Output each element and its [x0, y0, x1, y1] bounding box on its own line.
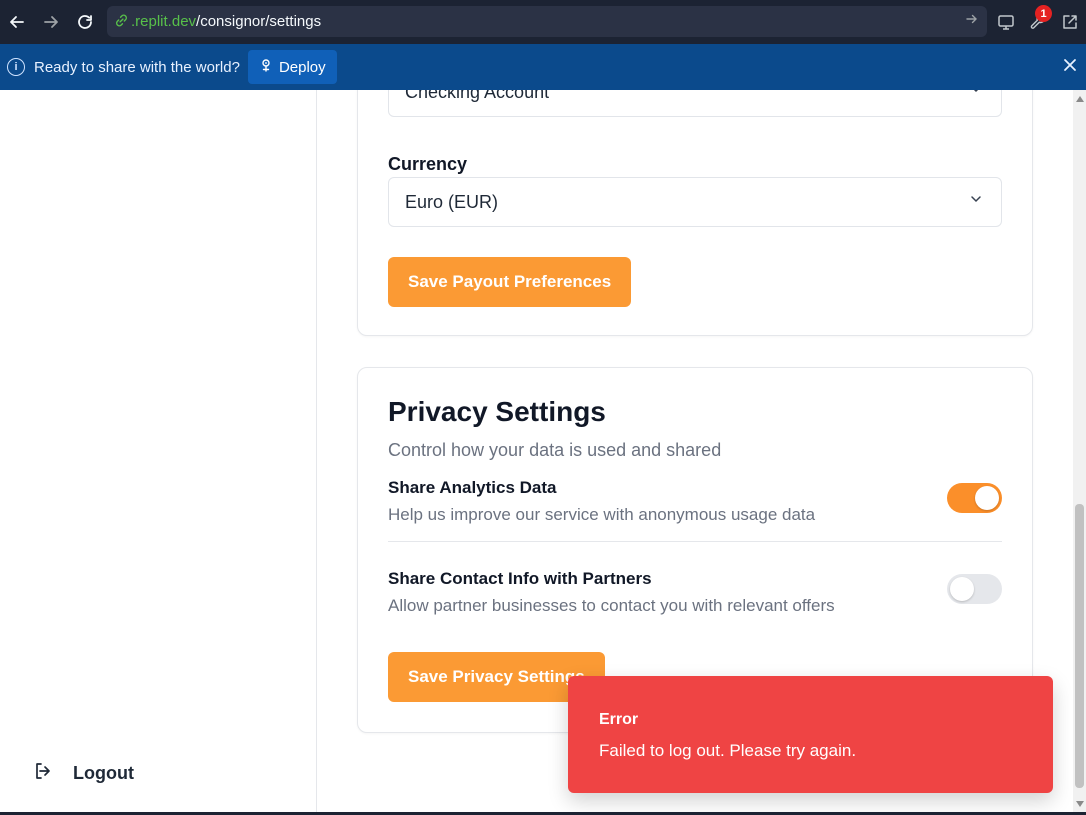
partners-toggle[interactable]	[947, 574, 1002, 604]
sidebar: Logout	[0, 90, 317, 815]
error-toast[interactable]: Error Failed to log out. Please try agai…	[568, 676, 1053, 793]
toast-title: Error	[599, 711, 639, 728]
payout-preferences-card: Checking Account Currency Euro (EUR) Sav…	[357, 90, 1033, 336]
notification-badge: 1	[1035, 5, 1052, 22]
toggle-knob	[975, 486, 999, 510]
setting-analytics-description: Help us improve our service with anonymo…	[388, 505, 816, 524]
reload-icon[interactable]	[68, 0, 102, 44]
wrench-icon[interactable]: 1	[1022, 0, 1054, 44]
privacy-title: Privacy Settings	[388, 396, 606, 427]
currency-select[interactable]: Euro (EUR)	[388, 177, 1002, 227]
toast-message: Failed to log out. Please try again.	[599, 741, 857, 760]
chevron-down-icon	[971, 196, 981, 203]
toolbar-icons: 1	[990, 0, 1086, 44]
external-link-icon[interactable]	[1054, 0, 1086, 44]
back-arrow-icon[interactable]	[0, 0, 34, 44]
setting-partners-description: Allow partner businesses to contact you …	[388, 596, 835, 615]
url-path: /consignor/settings	[196, 13, 322, 30]
info-icon: i	[7, 58, 25, 76]
url-domain: .replit.dev	[131, 13, 197, 30]
forward-arrow-icon[interactable]	[34, 0, 68, 44]
divider	[388, 541, 1002, 542]
deploy-icon	[259, 58, 273, 76]
deploy-banner: i Ready to share with the world? Deploy	[0, 44, 1086, 90]
logout-icon	[33, 761, 53, 786]
logout-button[interactable]: Logout	[33, 761, 134, 786]
scroll-up-arrow-icon[interactable]	[1076, 96, 1084, 102]
scroll-thumb[interactable]	[1075, 504, 1084, 788]
save-payout-button[interactable]: Save Payout Preferences	[388, 257, 632, 307]
chevron-down-icon	[973, 90, 979, 93]
toggle-knob	[950, 577, 974, 601]
scroll-down-arrow-icon[interactable]	[1076, 801, 1084, 807]
monitor-icon[interactable]	[990, 0, 1022, 44]
account-type-value: Checking Account	[405, 90, 550, 102]
privacy-description: Control how your data is used and shared	[388, 440, 722, 460]
banner-message: Ready to share with the world?	[34, 58, 240, 76]
currency-value: Euro (EUR)	[405, 191, 499, 212]
go-arrow-icon[interactable]	[965, 12, 979, 30]
deploy-label: Deploy	[278, 58, 326, 76]
close-icon[interactable]	[1062, 55, 1078, 79]
address-bar[interactable]: .replit.dev/consignor/settings	[107, 6, 987, 37]
browser-toolbar: .replit.dev/consignor/settings 1	[0, 0, 1086, 44]
analytics-toggle[interactable]	[947, 483, 1002, 513]
deploy-button[interactable]: Deploy	[247, 50, 337, 84]
link-icon	[114, 13, 129, 31]
account-type-select[interactable]: Checking Account	[388, 90, 1002, 117]
currency-label: Currency	[388, 154, 468, 174]
logout-label: Logout	[73, 763, 134, 783]
setting-analytics-title: Share Analytics Data	[388, 478, 557, 497]
scrollbar[interactable]	[1073, 90, 1086, 815]
setting-partners-title: Share Contact Info with Partners	[388, 569, 652, 588]
